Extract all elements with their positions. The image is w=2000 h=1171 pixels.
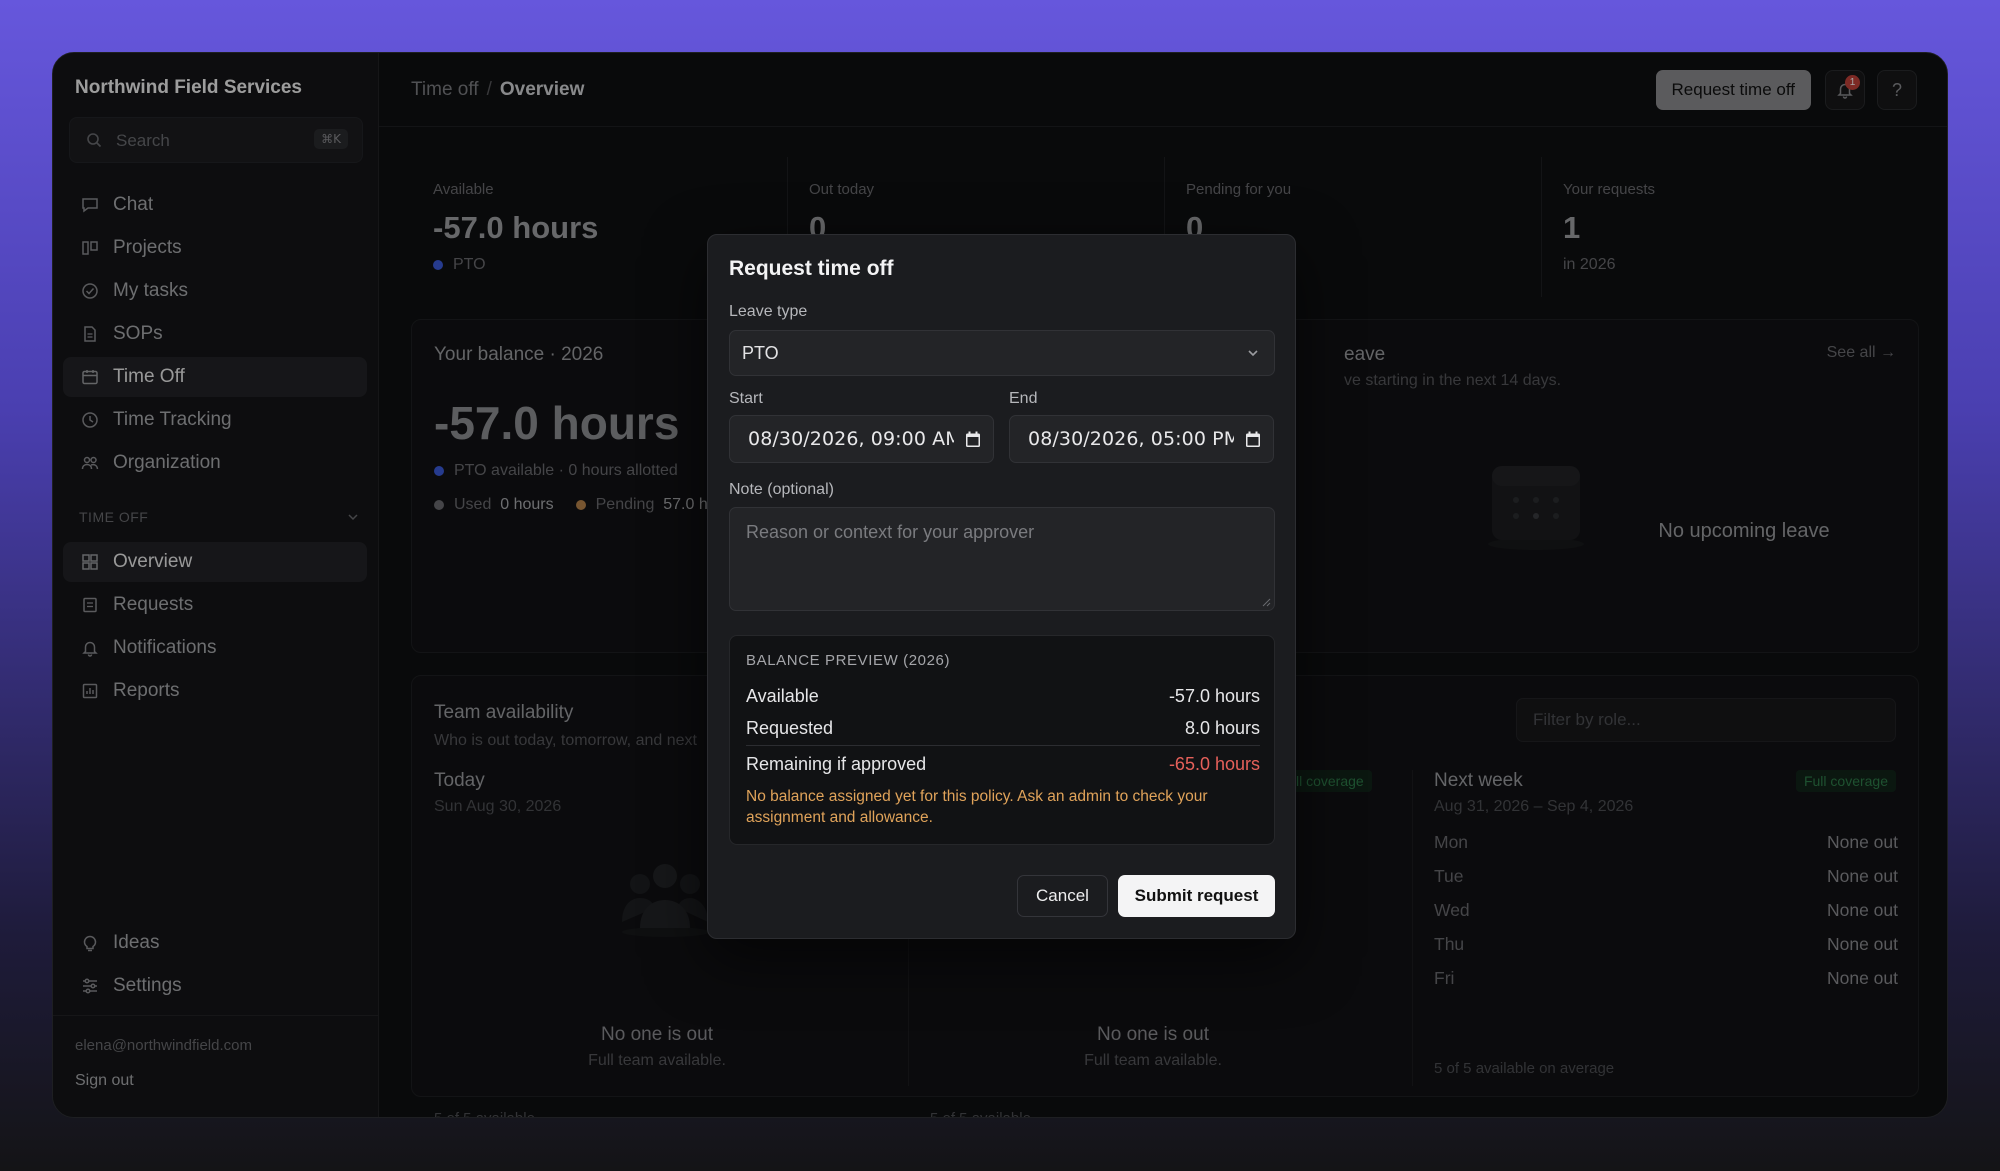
balance-preview-title: BALANCE PREVIEW (2026): [746, 652, 951, 669]
end-datetime-value: 08/30/2026, 05:00 PM: [1028, 428, 1234, 450]
preview-available-value: -57.0 hours: [1168, 686, 1260, 706]
start-datetime-input[interactable]: 08/30/2026, 09:00 AM: [729, 415, 994, 463]
calendar-icon[interactable]: [965, 431, 981, 448]
preview-requested-row: Requested 8.0 hours: [746, 718, 1260, 739]
chevron-down-icon: [1248, 350, 1258, 357]
note-placeholder: Reason or context for your approver: [746, 522, 1035, 542]
note-label: Note (optional): [729, 481, 834, 498]
leave-type-value: PTO: [742, 342, 779, 363]
app-window: Northwind Field Services Search ⌘K Chat …: [52, 52, 1948, 1118]
cancel-button[interactable]: Cancel: [1017, 875, 1108, 917]
leave-type-select[interactable]: PTO: [729, 330, 1275, 376]
preview-available-label: Available: [746, 686, 819, 706]
leave-type-label: Leave type: [729, 303, 808, 320]
preview-requested-label: Requested: [746, 718, 834, 738]
start-label: Start: [729, 390, 763, 407]
balance-warning: No balance assigned yet for this policy.…: [746, 788, 1208, 826]
submit-request-button[interactable]: Submit request: [1118, 875, 1275, 917]
preview-requested-value: 8.0 hours: [1184, 718, 1260, 738]
start-datetime-value: 08/30/2026, 09:00 AM: [748, 428, 954, 450]
preview-remaining-label: Remaining if approved: [746, 754, 927, 774]
preview-divider: [746, 745, 1260, 746]
preview-remaining-row: Remaining if approved -65.0 hours: [746, 754, 1260, 775]
request-time-off-dialog: Request time off Leave type PTO Start En…: [707, 234, 1296, 939]
balance-preview: BALANCE PREVIEW (2026) Available -57.0 h…: [729, 635, 1275, 845]
preview-remaining-value: -65.0 hours: [1168, 754, 1260, 774]
dialog-title: Request time off: [729, 257, 894, 280]
note-textarea[interactable]: Reason or context for your approver: [729, 507, 1275, 611]
calendar-icon[interactable]: [1245, 431, 1261, 448]
end-label: End: [1009, 390, 1038, 407]
resize-handle-icon[interactable]: [1261, 597, 1271, 607]
end-datetime-input[interactable]: 08/30/2026, 05:00 PM: [1009, 415, 1274, 463]
preview-available-row: Available -57.0 hours: [746, 686, 1260, 707]
